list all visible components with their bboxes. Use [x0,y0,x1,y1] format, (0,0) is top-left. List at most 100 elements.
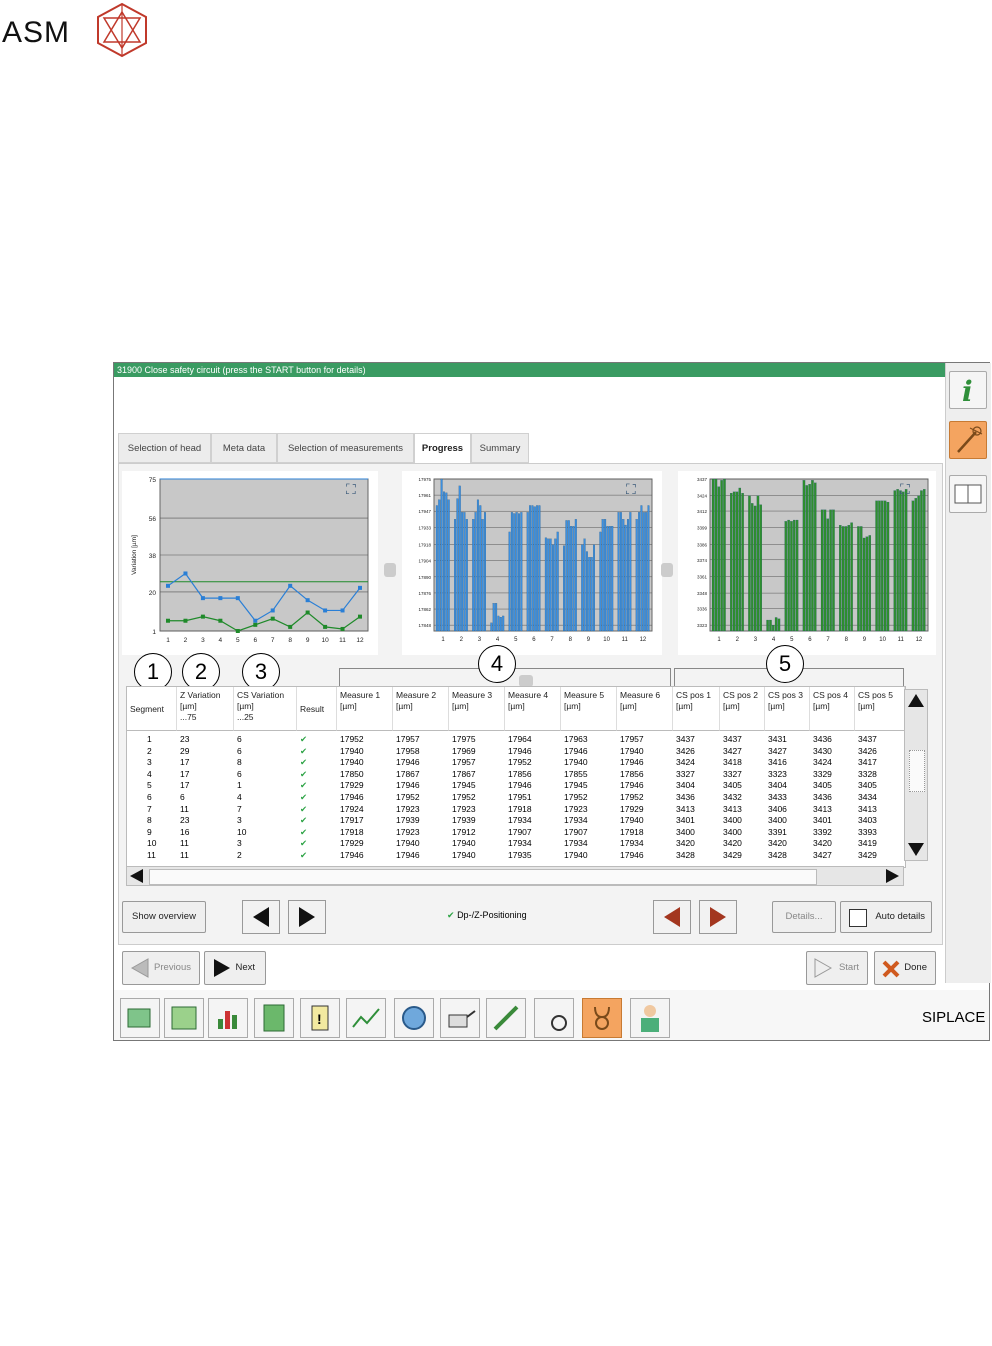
column-header[interactable]: CS pos 2 [µm] [720,687,765,731]
table-row[interactable]: 6 6 4 17946 17952 17952 17951 17952 17952 3436 343… [127,792,905,804]
bar [518,513,520,632]
manual-button[interactable] [949,475,987,513]
show-overview-button[interactable]: Show overview [122,901,206,933]
next-button[interactable]: Next [204,951,266,985]
next-error-button[interactable] [699,900,737,934]
x-tick-label: 7 [271,637,275,644]
tab-summary[interactable]: Summary [471,433,529,463]
column-header[interactable]: CS pos 5 [µm] [855,687,905,731]
bar [445,492,448,632]
horizontal-scrollbar[interactable] [126,866,904,886]
table-row[interactable]: 9 16 10 17918 17923 17912 17907 17907 17918 3400 3… [127,827,905,839]
tab-selection-of-measurements[interactable]: Selection of measurements [277,433,414,463]
info-button[interactable]: i [949,371,987,409]
column-header[interactable]: Measure 4 [µm] [505,687,561,731]
column-header[interactable]: Measure 6 [µm] [617,687,673,731]
tab-selection-of-head[interactable]: Selection of head [118,433,211,463]
bar-chart-icon[interactable] [208,998,248,1038]
column-header[interactable]: Z Variation [µm] ...75 [177,687,234,731]
table-row[interactable]: 8 23 3 17917 17939 17939 17934 17934 17940 3401 34… [127,815,905,827]
table-cell: 3420 [723,838,742,849]
table-cell: 17 [180,757,190,768]
expand-icon[interactable]: ⛶ [900,481,910,498]
bar [711,478,715,632]
arrow-down-icon[interactable] [905,838,927,860]
column-header[interactable]: CS pos 4 [µm] [810,687,855,731]
bar [508,531,511,632]
trend-chart-icon[interactable] [346,998,386,1038]
stack-icon[interactable] [120,998,160,1038]
table-cell: 3406 [768,803,787,814]
vertical-scrollbar[interactable] [904,689,928,861]
table-row[interactable]: 2 29 6 17940 17958 17969 17946 17946 17940 3426 34… [127,746,905,758]
board-icon[interactable] [254,998,294,1038]
column-header[interactable]: Result [297,687,337,731]
screwdriver-icon[interactable] [486,998,526,1038]
arrow-left-icon[interactable] [127,867,147,885]
check-icon: ✔ [300,792,308,802]
camera-icon[interactable] [394,998,434,1038]
done-button[interactable]: Done [874,951,936,985]
column-header[interactable]: Segment [127,687,177,731]
column-header[interactable]: CS Variation [µm] ...25 [234,687,297,731]
grid-icon[interactable] [164,998,204,1038]
table-cell: 17957 [452,757,476,768]
hand-gear-icon[interactable] [534,998,574,1038]
bar [850,522,853,632]
prev-segment-button[interactable] [242,900,280,934]
column-header[interactable]: Measure 1 [µm] [337,687,393,731]
column-header-line: [µm] [723,701,740,711]
table-cell: 3327 [723,768,742,779]
table-cell: 17946 [340,792,364,802]
column-header[interactable]: CS pos 3 [µm] [765,687,810,731]
expand-icon[interactable]: ⛶ [346,481,356,498]
tab-progress[interactable]: Progress [414,433,471,465]
measurement-table[interactable]: Segment Z Variation [µm] ...75 CS Variation[… [126,686,906,868]
column-header[interactable]: Measure 3 [µm] [449,687,505,731]
auto-details-checkbox[interactable] [849,909,867,927]
start-button[interactable]: Start [806,951,868,985]
vertical-scroll-thumb[interactable] [909,750,925,792]
table-row[interactable]: 11 11 2 17946 17946 17940 17935 17940 17946 3428 3… [127,850,905,862]
tab-meta-data[interactable]: Meta data [211,433,277,463]
table-row[interactable]: 4 17 6 17850 17867 17867 17856 17855 17856 3327 33… [127,769,905,781]
bar [627,519,629,632]
splitter-handle[interactable] [384,563,396,577]
table-cell: 2 [147,745,152,756]
next-segment-button[interactable] [288,900,326,934]
splitter-handle[interactable] [661,563,673,577]
column-header[interactable]: Measure 2 [µm] [393,687,449,731]
arrow-up-icon[interactable] [905,690,927,712]
alert-cards-icon[interactable]: ! [300,998,340,1038]
details-button[interactable]: Details... [772,901,836,933]
auto-details-toggle[interactable]: Auto details [840,901,932,933]
previous-button[interactable]: Previous [122,951,200,985]
check-icon: ✔ [447,910,455,920]
stethoscope-icon[interactable] [582,998,622,1038]
bar [574,519,577,632]
bar [730,493,733,632]
table-cell: 17907 [508,826,532,837]
bar [497,615,500,632]
horizontal-scroll-thumb[interactable] [149,869,817,885]
column-header[interactable]: CS pos 1 [µm] [673,687,720,731]
table-cell: 17957 [620,734,644,744]
y-tick-label: 3361 [697,574,708,579]
arrow-right-icon[interactable] [882,867,902,885]
table-row[interactable]: 10 11 3 17929 17940 17940 17934 17934 17934 3420 3… [127,838,905,850]
table-row[interactable]: 3 17 8 17940 17946 17957 17952 17940 17946 3424 34… [127,757,905,769]
oil-can-icon[interactable] [440,998,480,1038]
table-row[interactable]: 1 23 6 17952 17957 17975 17964 17963 17957 3437 34… [127,734,905,746]
column-header[interactable]: Measure 5 [µm] [561,687,617,731]
doctor-icon[interactable] [630,998,670,1038]
prev-error-button[interactable] [653,900,691,934]
table-cell: 5 [147,780,152,791]
wand-button[interactable] [949,421,987,459]
play-icon [814,958,833,978]
table-row[interactable]: 5 17 1 17929 17946 17945 17946 17945 17946 3404 34… [127,780,905,792]
expand-icon[interactable]: ⛶ [626,481,636,498]
bar [635,519,638,632]
x-tick-label: 7 [550,637,554,643]
table-row[interactable]: 7 11 7 17924 17923 17923 17918 17923 17929 3413 34… [127,804,905,816]
data-point [218,618,223,623]
